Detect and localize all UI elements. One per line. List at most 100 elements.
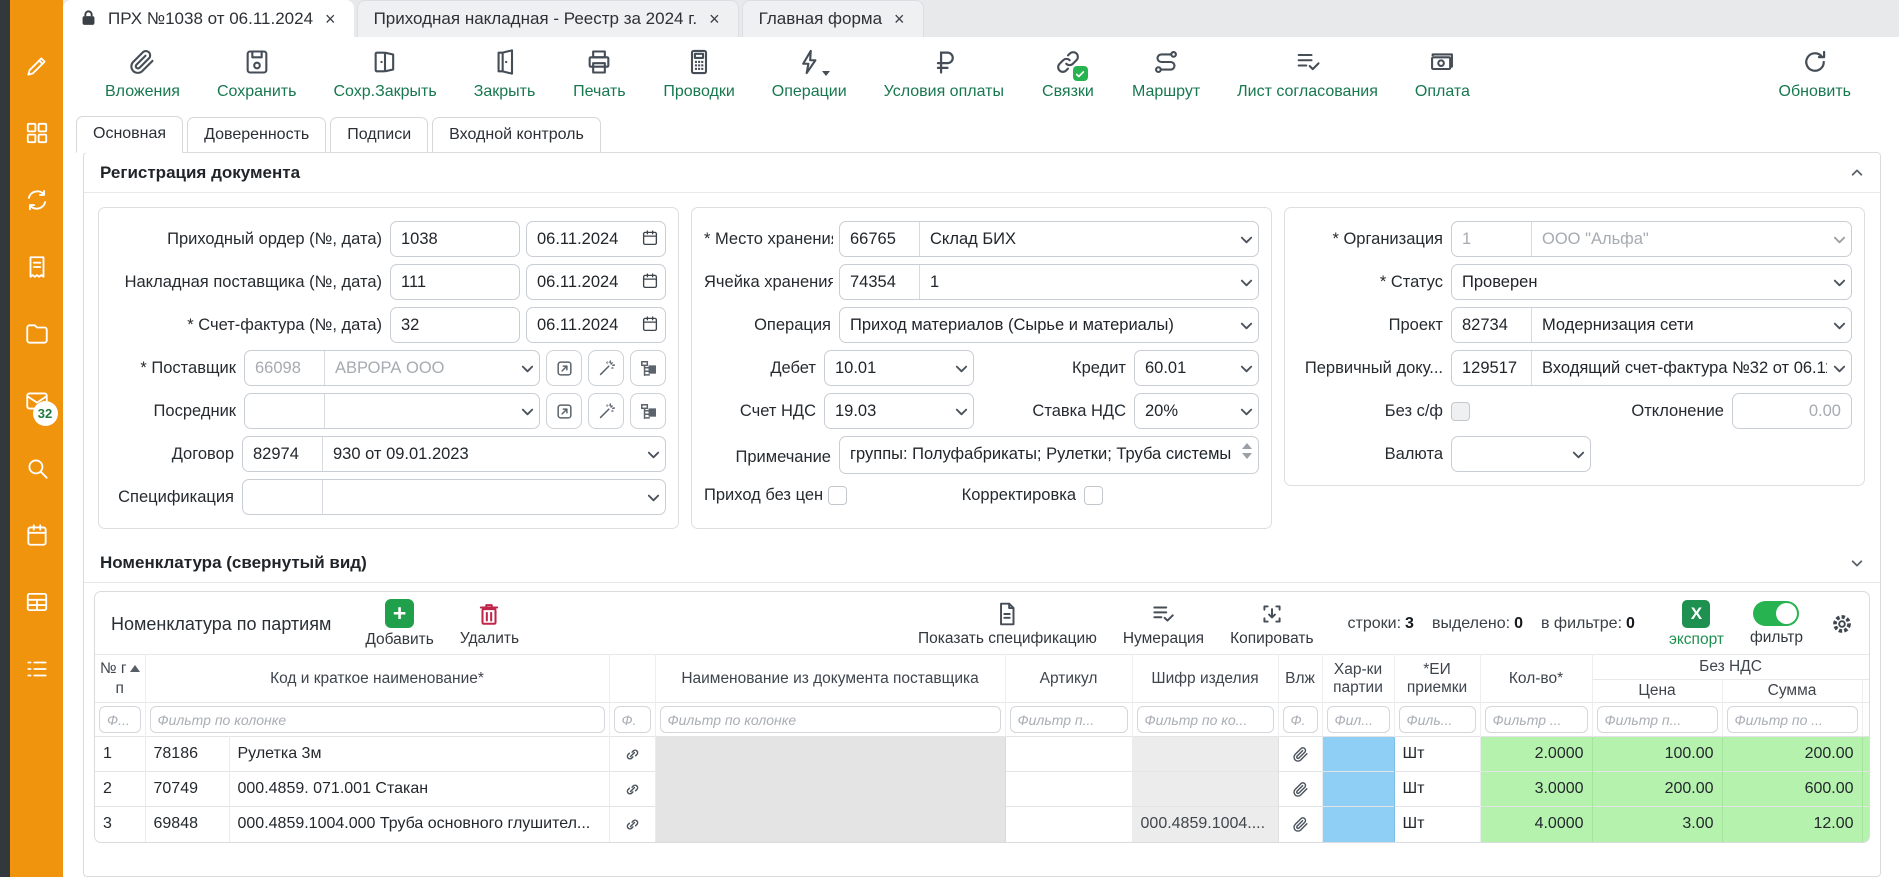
filter-product-code-input[interactable] <box>1137 706 1274 733</box>
filter-unit-input[interactable] <box>1399 706 1476 733</box>
sidebar-tasks-button[interactable] <box>23 655 51 683</box>
tab-main[interactable]: Основная <box>76 116 183 153</box>
filter-article-input[interactable] <box>1010 706 1128 733</box>
attachments-button[interactable]: Вложения <box>105 46 180 101</box>
cell-unit[interactable]: Шт <box>1394 807 1480 842</box>
payment-button[interactable]: Оплата <box>1415 46 1470 101</box>
route-button[interactable]: Маршрут <box>1132 46 1200 101</box>
cell-total[interactable]: 200.00 <box>1722 737 1862 772</box>
cell-link[interactable] <box>609 737 655 772</box>
tab-registry[interactable]: Приходная накладная - Реестр за 2024 г. … <box>357 0 739 37</box>
cell-qty[interactable]: 2.0000 <box>1480 737 1592 772</box>
supplier-hierarchy-button[interactable] <box>630 350 666 386</box>
cell-unit[interactable]: Шт <box>1394 772 1480 807</box>
status-combo[interactable]: Проверен <box>1451 264 1852 300</box>
calendar-icon[interactable] <box>641 229 659 247</box>
table-row[interactable]: 3 69848 000.4859.1004.000 Труба основног… <box>95 807 1869 842</box>
sidebar-sync-button[interactable] <box>23 186 51 214</box>
print-button[interactable]: Печать <box>572 46 626 101</box>
operations-button[interactable]: Операции <box>772 46 847 101</box>
note-textarea[interactable]: группы: Полуфабрикаты; Рулетки; Труба си… <box>839 436 1259 474</box>
cell-supplier-name[interactable] <box>655 737 1005 772</box>
vat-account-combo[interactable]: 19.03 <box>824 393 974 429</box>
filter-toggle[interactable]: фильтр <box>1750 601 1803 647</box>
sidebar-edit-button[interactable] <box>23 52 51 80</box>
cell-num[interactable]: 2 <box>95 772 145 807</box>
receipt-order-no-input[interactable] <box>390 221 520 257</box>
export-excel-button[interactable]: X экспорт <box>1669 600 1724 649</box>
cell-name[interactable]: 000.4859.1004.000 Труба основного глушит… <box>229 807 609 842</box>
tab-power-of-attorney[interactable]: Доверенность <box>187 117 326 152</box>
no-sf-checkbox[interactable] <box>1451 402 1470 421</box>
correction-checkbox[interactable] <box>1084 486 1103 505</box>
sidebar-search-button[interactable] <box>23 454 51 482</box>
delete-row-button[interactable]: Удалить <box>460 601 519 648</box>
cell-article[interactable] <box>1005 772 1132 807</box>
filter-qty-input[interactable] <box>1485 706 1588 733</box>
close-icon[interactable]: × <box>707 10 722 28</box>
filter-total-input[interactable] <box>1727 706 1858 733</box>
cell-total[interactable]: 600.00 <box>1722 772 1862 807</box>
show-spec-button[interactable]: Показать спецификацию <box>918 601 1097 648</box>
cell-name[interactable]: 000.4859. 071.001 Стакан <box>229 772 609 807</box>
intermediary-wizard-button[interactable] <box>588 393 624 429</box>
filter-price-input[interactable] <box>1597 706 1718 733</box>
vat-rate-combo[interactable]: 20% <box>1134 393 1259 429</box>
intermediary-hierarchy-button[interactable] <box>630 393 666 429</box>
close-icon[interactable]: × <box>323 10 338 28</box>
filter-link-input[interactable] <box>614 706 651 733</box>
currency-combo[interactable] <box>1451 436 1591 472</box>
column-header-attachments[interactable]: Влж <box>1278 655 1322 703</box>
grid-settings-button[interactable] <box>1829 611 1855 637</box>
cell-batch-char[interactable] <box>1322 737 1394 772</box>
column-header-supplier-name[interactable]: Наименование из документа поставщика <box>655 655 1005 703</box>
sidebar-modules-button[interactable] <box>23 119 51 147</box>
column-header-qty[interactable]: Кол-во* <box>1480 655 1592 703</box>
close-icon[interactable]: × <box>892 10 907 28</box>
table-row[interactable]: 1 78186 Рулетка 3м Шт 2.0000 100.00 200.… <box>95 737 1869 772</box>
sidebar-registry-button[interactable] <box>23 588 51 616</box>
registration-section-header[interactable]: Регистрация документа <box>84 153 1880 193</box>
supplier-wizard-button[interactable] <box>588 350 624 386</box>
cell-link[interactable] <box>609 772 655 807</box>
collapse-down-icon[interactable] <box>1850 556 1864 570</box>
column-header-article[interactable]: Артикул <box>1005 655 1132 703</box>
payment-terms-button[interactable]: Условия оплаты <box>884 46 1004 101</box>
spinner-control[interactable] <box>1242 443 1252 459</box>
supplier-invoice-no-input[interactable] <box>390 264 520 300</box>
project-combo[interactable]: 82734 Модернизация сети <box>1451 307 1852 343</box>
close-document-button[interactable]: Закрыть <box>474 46 536 101</box>
cell-attach[interactable] <box>1278 807 1322 842</box>
filter-code-input[interactable] <box>150 706 605 733</box>
save-button[interactable]: Сохранить <box>217 46 297 101</box>
nomenclature-section-header[interactable]: Номенклатура (свернутый вид) <box>84 543 1880 583</box>
cell-unit[interactable]: Шт <box>1394 737 1480 772</box>
cell-product-code[interactable] <box>1132 772 1278 807</box>
cell-product-code[interactable]: 000.4859.1004.... <box>1132 807 1278 842</box>
cell-price[interactable]: 3.00 <box>1592 807 1722 842</box>
toggle-on-icon[interactable] <box>1753 601 1799 626</box>
cell-article[interactable] <box>1005 807 1132 842</box>
primary-doc-combo[interactable]: 129517 Входящий счет-фактура №32 от 06.1… <box>1451 350 1852 386</box>
links-button[interactable]: Связки <box>1041 46 1095 101</box>
cell-num[interactable]: 1 <box>95 737 145 772</box>
debit-combo[interactable]: 10.01 <box>824 350 974 386</box>
cell-code[interactable]: 69848 <box>145 807 229 842</box>
supplier-open-button[interactable] <box>546 350 582 386</box>
storage-combo[interactable]: 66765 Склад БИХ <box>839 221 1259 257</box>
column-header-code-name[interactable]: Код и краткое наименование* <box>145 655 609 703</box>
copy-button[interactable]: Копировать <box>1230 601 1313 648</box>
calendar-icon[interactable] <box>641 315 659 333</box>
postings-button[interactable]: Проводки <box>663 46 734 101</box>
operation-combo[interactable]: Приход материалов (Сырье и материалы) <box>839 307 1259 343</box>
calendar-icon[interactable] <box>641 272 659 290</box>
no-price-checkbox[interactable] <box>828 486 847 505</box>
sidebar-calendar-button[interactable] <box>23 521 51 549</box>
table-row[interactable]: 2 70749 000.4859. 071.001 Стакан Шт 3.00… <box>95 772 1869 807</box>
cell-price[interactable]: 200.00 <box>1592 772 1722 807</box>
collapse-up-icon[interactable] <box>1850 166 1864 180</box>
cell-code[interactable]: 78186 <box>145 737 229 772</box>
cell-price[interactable]: 100.00 <box>1592 737 1722 772</box>
filter-num-input[interactable] <box>99 706 141 733</box>
sidebar-documents-button[interactable] <box>23 320 51 348</box>
